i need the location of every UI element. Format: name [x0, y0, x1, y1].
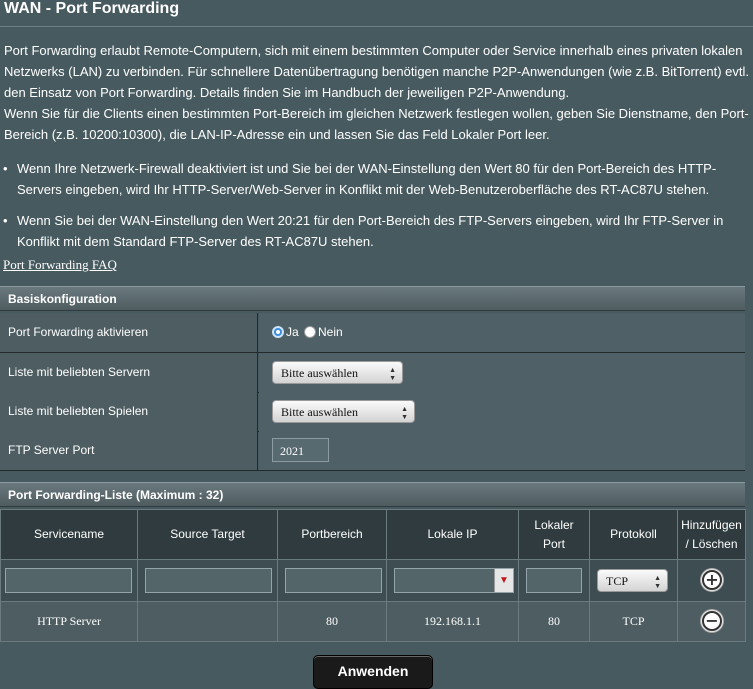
- basic-config-header: Basiskonfiguration: [0, 286, 745, 311]
- select-arrows-icon: ▲ ▼: [389, 366, 396, 382]
- servers-value: Bitte auswählen ▲ ▼: [259, 353, 745, 392]
- table-header-row: Servicename Source Target Portbereich Lo…: [0, 509, 746, 560]
- col-local-port-line1: Lokaler: [534, 517, 574, 532]
- new-service-cell: [0, 559, 138, 602]
- chevron-down-icon[interactable]: ▼: [494, 569, 513, 592]
- new-source-cell: [137, 559, 278, 602]
- col-local-port-line2: Port: [542, 536, 565, 551]
- ftp-row: FTP Server Port 2021: [0, 431, 745, 471]
- description-paragraph-2: Wenn Sie für die Clients einen bestimmte…: [4, 106, 749, 142]
- new-local-ip-input[interactable]: ▼: [394, 568, 514, 593]
- description-paragraph-1: Port Forwarding erlaubt Remote-Computern…: [4, 43, 749, 100]
- new-protocol-value: TCP: [606, 574, 629, 588]
- servers-row: Liste mit beliebten Servern Bitte auswäh…: [0, 353, 745, 393]
- col-add-delete: Hinzufügen / Löschen: [677, 509, 746, 560]
- ftp-port-input[interactable]: 2021: [272, 438, 329, 462]
- radio-no-label: Nein: [318, 325, 343, 339]
- col-service: Servicename: [0, 509, 138, 560]
- servers-label: Liste mit beliebten Servern: [0, 353, 258, 392]
- games-select[interactable]: Bitte auswählen ▲ ▼: [272, 400, 415, 423]
- delete-cell: −: [677, 601, 746, 642]
- games-select-value: Bitte auswählen: [281, 405, 358, 419]
- servers-select-value: Bitte auswählen: [281, 366, 358, 380]
- row-local-ip: 192.168.1.1: [386, 601, 519, 642]
- select-arrows-icon: ▲ ▼: [654, 574, 661, 590]
- enable-value: Ja Nein: [259, 313, 745, 352]
- new-port-range-cell: [277, 559, 387, 602]
- radio-yes-label: Ja: [286, 325, 299, 339]
- enable-row: Port Forwarding aktivieren Ja Nein: [0, 313, 745, 353]
- enable-label: Port Forwarding aktivieren: [0, 313, 258, 352]
- servers-select[interactable]: Bitte auswählen ▲ ▼: [272, 361, 403, 384]
- new-source-input[interactable]: [145, 568, 272, 593]
- add-button[interactable]: +: [700, 568, 724, 592]
- new-protocol-select[interactable]: TCP ▲ ▼: [597, 569, 668, 592]
- col-add-delete-line2: / Löschen: [685, 536, 738, 551]
- col-local-ip: Lokale IP: [386, 509, 519, 560]
- radio-yes[interactable]: [272, 326, 284, 338]
- new-protocol-cell: TCP ▲ ▼: [589, 559, 678, 602]
- page-title: WAN - Port Forwarding: [4, 0, 180, 17]
- row-port-range: 80: [277, 601, 387, 642]
- note-http: Wenn Ihre Netzwerk-Firewall deaktiviert …: [3, 158, 745, 200]
- new-service-input[interactable]: [5, 568, 132, 593]
- row-service: HTTP Server: [0, 601, 138, 642]
- list-header: Port Forwarding-Liste (Maximum : 32): [0, 482, 745, 507]
- faq-link[interactable]: Port Forwarding FAQ: [3, 257, 117, 273]
- select-arrows-icon: ▲ ▼: [401, 405, 408, 421]
- row-source: [137, 601, 278, 642]
- games-label: Liste mit beliebten Spielen: [0, 392, 258, 431]
- new-port-range-input[interactable]: [285, 568, 382, 593]
- notes-list: Wenn Ihre Netzwerk-Firewall deaktiviert …: [0, 158, 745, 262]
- table-row: HTTP Server 80 192.168.1.1 80 TCP −: [0, 601, 746, 642]
- games-value: Bitte auswählen ▲ ▼: [259, 392, 745, 431]
- description: Port Forwarding erlaubt Remote-Computern…: [4, 40, 749, 145]
- ftp-label: FTP Server Port: [0, 431, 258, 470]
- col-source: Source Target: [137, 509, 278, 560]
- port-forwarding-table: Servicename Source Target Portbereich Lo…: [0, 509, 746, 642]
- new-local-ip-cell: ▼: [386, 559, 519, 602]
- title-divider: [0, 26, 753, 27]
- col-add-delete-line1: Hinzufügen: [681, 517, 742, 532]
- new-local-port-input[interactable]: [526, 568, 582, 593]
- delete-button[interactable]: −: [700, 609, 724, 633]
- minus-circle-icon: −: [702, 611, 722, 631]
- col-protocol: Protokoll: [589, 509, 678, 560]
- radio-no[interactable]: [304, 326, 316, 338]
- ftp-value: 2021: [259, 431, 745, 470]
- add-cell: +: [677, 559, 746, 602]
- row-protocol: TCP: [589, 601, 678, 642]
- col-port-range: Portbereich: [277, 509, 387, 560]
- games-row: Liste mit beliebten Spielen Bitte auswäh…: [0, 392, 745, 432]
- note-ftp: Wenn Sie bei der WAN-Einstellung den Wer…: [3, 210, 745, 252]
- new-entry-row: ▼ TCP ▲ ▼ +: [0, 559, 746, 602]
- col-local-port: Lokaler Port: [518, 509, 590, 560]
- row-local-port: 80: [518, 601, 590, 642]
- new-local-port-cell: [518, 559, 590, 602]
- plus-circle-icon: +: [702, 570, 722, 590]
